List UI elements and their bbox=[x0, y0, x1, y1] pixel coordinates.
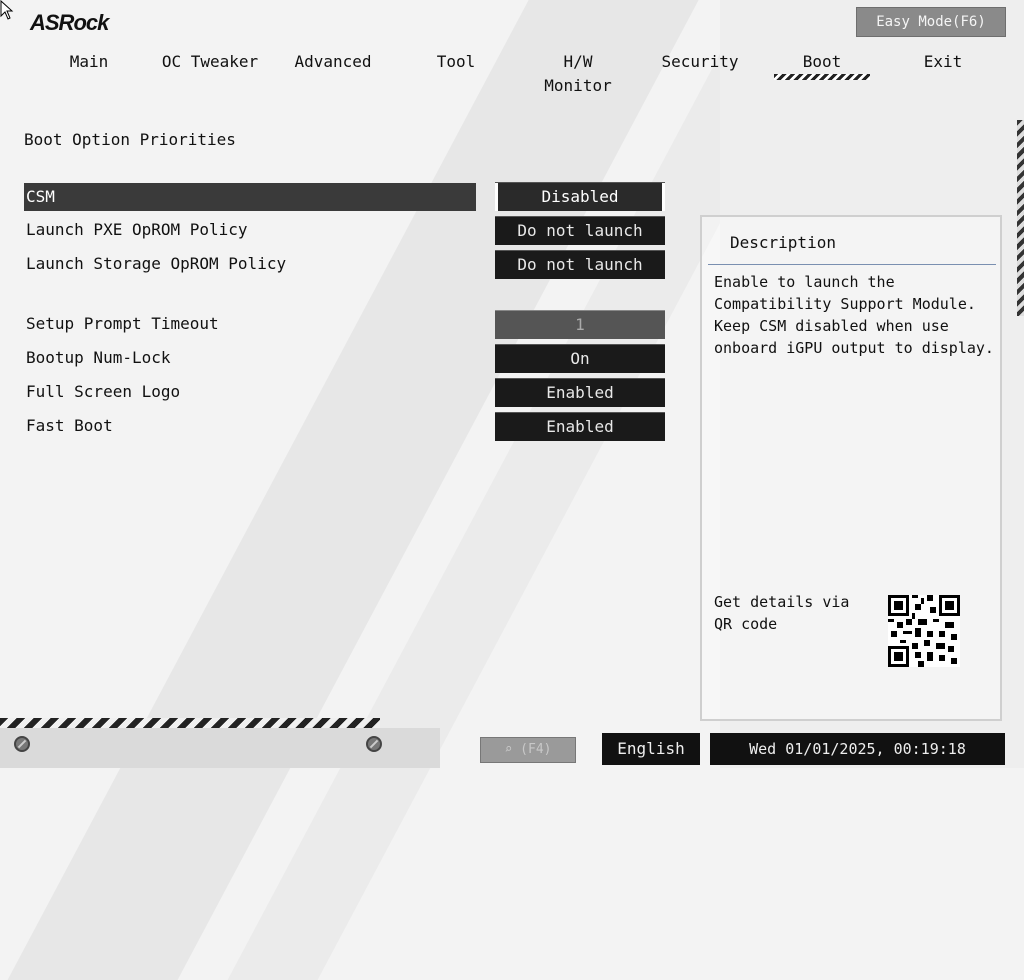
setting-pxe-oprom-label[interactable]: Launch PXE OpROM Policy bbox=[24, 216, 248, 244]
description-panel: Description Enable to launch the Compati… bbox=[700, 215, 1002, 721]
decorative-stripe bbox=[0, 718, 380, 728]
setting-num-lock-value[interactable]: On bbox=[495, 344, 665, 373]
screw-icon bbox=[366, 736, 382, 752]
mouse-cursor-icon bbox=[0, 0, 14, 20]
setting-pxe-oprom-value[interactable]: Do not launch bbox=[495, 216, 665, 245]
section-title[interactable]: Boot Option Priorities bbox=[24, 130, 236, 149]
description-text: Enable to launch the Compatibility Suppo… bbox=[714, 273, 994, 357]
bottom-bar bbox=[0, 728, 440, 768]
easy-mode-button[interactable]: Easy Mode(F6) bbox=[856, 7, 1006, 37]
setting-storage-oprom-value[interactable]: Do not launch bbox=[495, 250, 665, 279]
language-button[interactable]: English bbox=[602, 733, 700, 765]
search-button[interactable]: ⌕ (F4) bbox=[480, 737, 576, 763]
datetime-display: Wed 01/01/2025, 00:19:18 bbox=[710, 733, 1005, 765]
description-divider bbox=[708, 264, 996, 265]
tab-hw-monitor[interactable]: H/W Monitor bbox=[528, 50, 628, 95]
tab-boot[interactable]: Boot bbox=[774, 50, 870, 80]
search-shortcut-label: (F4) bbox=[520, 742, 552, 757]
setting-fast-boot-label[interactable]: Fast Boot bbox=[24, 412, 113, 440]
tab-main[interactable]: Main bbox=[40, 50, 138, 76]
description-title: Description bbox=[730, 233, 836, 252]
setting-fast-boot-value[interactable]: Enabled bbox=[495, 412, 665, 441]
setting-full-screen-logo-value[interactable]: Enabled bbox=[495, 378, 665, 407]
setting-storage-oprom-label[interactable]: Launch Storage OpROM Policy bbox=[24, 250, 286, 278]
screw-icon bbox=[14, 736, 30, 752]
asrock-logo: ASRock bbox=[30, 10, 109, 35]
scrollbar[interactable] bbox=[1017, 120, 1024, 316]
tab-security[interactable]: Security bbox=[660, 50, 740, 76]
tab-bar: Main OC Tweaker Advanced Tool H/W Monito… bbox=[0, 50, 1024, 95]
setting-csm-label[interactable]: CSM bbox=[24, 183, 476, 211]
setting-csm-value[interactable]: Disabled bbox=[495, 182, 665, 211]
tab-oc-tweaker[interactable]: OC Tweaker bbox=[160, 50, 260, 76]
search-icon: ⌕ bbox=[504, 742, 521, 757]
qr-code-icon bbox=[888, 595, 960, 667]
setting-setup-prompt-timeout-value[interactable]: 1 bbox=[495, 310, 665, 339]
tab-tool[interactable]: Tool bbox=[428, 50, 484, 76]
setting-full-screen-logo-label[interactable]: Full Screen Logo bbox=[24, 378, 180, 406]
setting-num-lock-label[interactable]: Bootup Num-Lock bbox=[24, 344, 171, 372]
tab-exit[interactable]: Exit bbox=[912, 50, 974, 76]
qr-code-label: Get details via QR code bbox=[714, 593, 850, 633]
setting-setup-prompt-timeout-label[interactable]: Setup Prompt Timeout bbox=[24, 310, 219, 338]
tab-advanced[interactable]: Advanced bbox=[290, 50, 376, 76]
